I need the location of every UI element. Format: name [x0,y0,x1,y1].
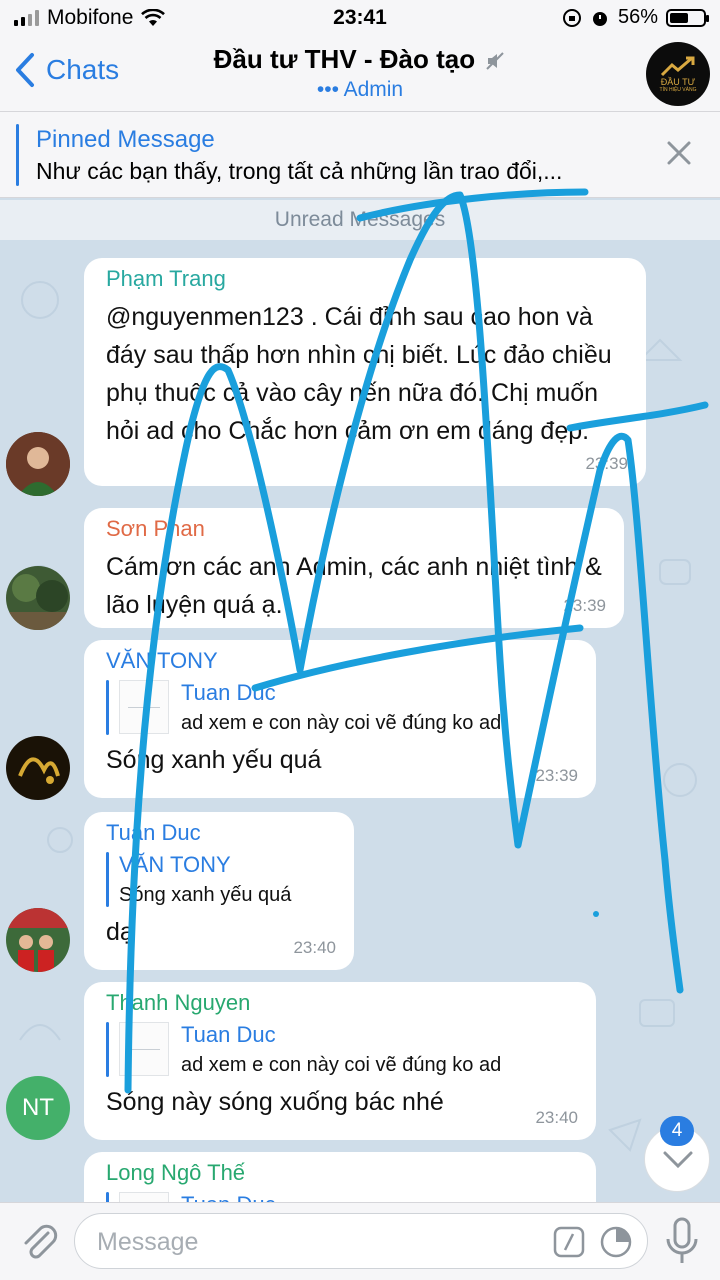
unread-divider: Unread Messages [0,200,720,240]
alarm-icon [592,11,607,26]
close-icon[interactable] [664,138,694,168]
message-time: 23:40 [293,938,336,957]
sender-name: Thanh Nguyen [106,990,251,1015]
pinned-text: Như các bạn thấy, trong tất cả những lần… [36,158,563,184]
status-right: 56% [562,6,709,29]
reply-accent-bar [106,852,109,907]
reply-thumbnail [119,1022,169,1076]
reply-sender: Tuan Duc [181,680,276,705]
reply-accent-bar [106,1022,109,1077]
reply-sender: VĂN TONY [119,852,231,877]
message-bubble[interactable]: Thanh Nguyen Tuan Duc ad xem e con này c… [84,982,596,1140]
message-text: Sóng xanh yếu quá [106,746,322,774]
message-bubble[interactable]: Long Ngô Thế Tuan Duc [84,1152,596,1202]
mute-icon [486,52,505,70]
reply-text: Sóng xanh yếu quá [119,884,292,906]
message-placeholder: Message [97,1228,199,1256]
pinned-title: Pinned Message [36,126,215,153]
avatar-photo-icon [6,908,70,972]
sticker-icon[interactable] [599,1225,633,1259]
back-button[interactable]: Chats [12,52,119,88]
avatar-thanh-nguyen[interactable]: NT [6,1076,70,1140]
chat-area[interactable]: Phạm Trang @nguyenmen123 . Cái đỉnh sau … [0,240,720,1202]
reply-thumbnail [119,1192,169,1202]
rotation-lock-icon [562,8,581,27]
message-time: 23:39 [535,766,578,785]
battery-icon [666,8,709,27]
reply-preview[interactable]: Tuan Duc ad xem e con này coi vẽ đúng ko… [106,680,582,735]
chevron-down-icon [663,1151,693,1169]
avatar-text: ĐẦU TƯ [660,77,696,87]
reply-sender: Tuan Duc [181,1022,276,1047]
sender-name: Sơn Phan [106,516,205,541]
pinned-message[interactable]: Pinned Message Như các bạn thấy, trong t… [0,112,720,198]
avatar-initials: NT [22,1094,54,1121]
group-avatar[interactable]: ĐẦU TƯ TÍN HIỆU VÀNG [646,42,710,106]
message-bubble[interactable]: Phạm Trang @nguyenmen123 . Cái đỉnh sau … [84,258,646,486]
message-input[interactable]: Message [74,1213,648,1269]
attach-icon[interactable] [18,1221,58,1263]
reply-preview[interactable]: VĂN TONY Sóng xanh yếu quá [106,852,340,907]
reply-preview[interactable]: Tuan Duc [106,1192,582,1202]
avatar-photo-icon [6,432,70,496]
message-time: 23:39 [585,454,628,473]
status-bar: Mobifone 23:41 56% [0,0,720,36]
logo-chart-icon [660,56,695,77]
avatar-tuan-duc[interactable] [6,908,70,972]
avatar-photo-icon [6,566,70,630]
message-text: Sóng này sóng xuống bác nhé [106,1088,444,1116]
message-text: Cám ơn các anh Admin, các anh nhiệt tình… [106,553,602,619]
reply-text: ad xem e con này coi vẽ đúng ko ad [181,712,502,734]
message-bubble[interactable]: VĂN TONY Tuan Duc ad xem e con này coi v… [84,640,596,798]
sender-name: Long Ngô Thế [106,1160,246,1185]
microphone-icon[interactable] [664,1217,700,1267]
unread-count-badge: 4 [660,1116,694,1146]
reply-thumbnail [119,680,169,734]
reply-sender: Tuan Duc [181,1192,276,1202]
avatar-subtext: TÍN HIỆU VÀNG [659,87,697,93]
chevron-left-icon [16,53,34,87]
message-time: 23:39 [563,596,606,615]
back-label: Chats [46,54,120,85]
avatar-photo-icon [6,736,70,800]
pinned-accent-bar [16,124,19,186]
avatar-pham-trang[interactable] [6,432,70,496]
message-text: @nguyenmen123 . Cái đỉnh sau cao hon và … [106,303,612,445]
reply-accent-bar [106,1192,109,1202]
reply-preview[interactable]: Tuan Duc ad xem e con này coi vẽ đúng ko… [106,1022,582,1077]
sender-name: Phạm Trang [106,266,226,291]
sender-name: Tuan Duc [106,820,201,845]
battery-percent: 56% [617,6,658,28]
message-bubble[interactable]: Sơn Phan Cám ơn các anh Admin, các anh n… [84,508,624,628]
message-time: 23:40 [535,1108,578,1127]
avatar-van-tony[interactable] [6,736,70,800]
sender-name: VĂN TONY [106,648,218,673]
chat-title-text: Đầu tư THV - Đào tạo [213,44,476,74]
chat-title[interactable]: Đầu tư THV - Đào tạo [140,44,580,75]
reply-text: ad xem e con này coi vẽ đúng ko ad [181,1054,502,1076]
bot-command-icon[interactable] [553,1226,585,1258]
chat-subtitle: ••• Admin [316,78,404,101]
message-bubble[interactable]: Tuan Duc VĂN TONY Sóng xanh yếu quá dạ 2… [84,812,354,970]
input-bar: Message [0,1202,720,1280]
avatar-son-phan[interactable] [6,566,70,630]
reply-accent-bar [106,680,109,735]
nav-bar: Chats Đầu tư THV - Đào tạo ••• Admin ĐẦU… [0,36,720,112]
